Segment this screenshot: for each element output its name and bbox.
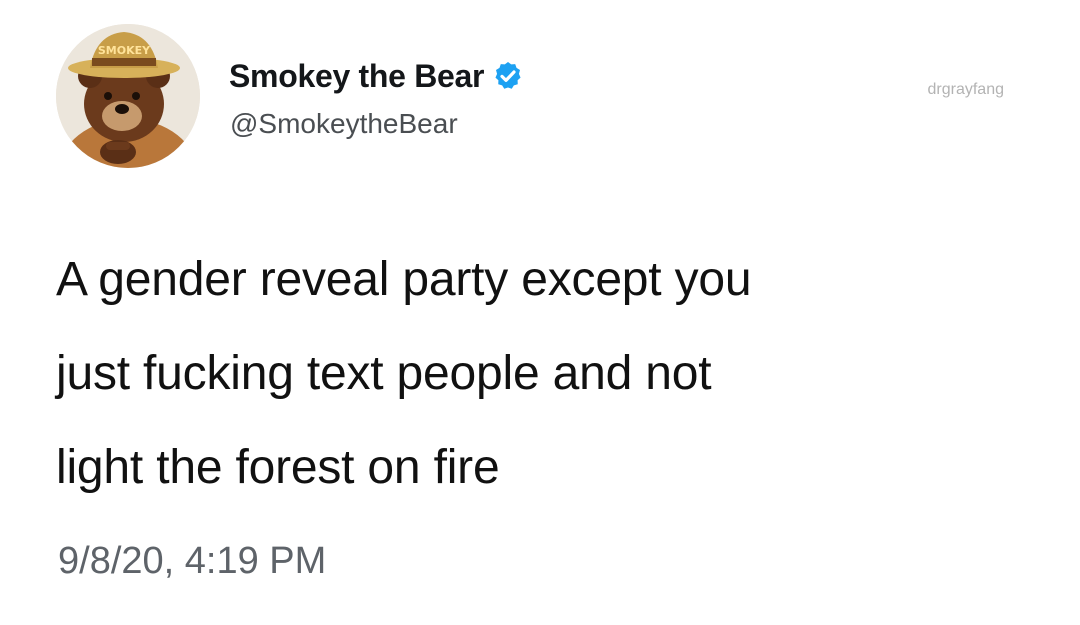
tweet-card: SMOKEY Smokey the Bear @SmokeytheBear dr… (0, 0, 1080, 625)
verified-badge-icon (492, 60, 524, 92)
tweet-timestamp[interactable]: 9/8/20, 4:19 PM (58, 540, 326, 583)
author-display-name[interactable]: Smokey the Bear (229, 58, 484, 95)
watermark: drgrayfang (927, 81, 1005, 98)
tweet-text-line: light the forest on fire (56, 441, 500, 494)
author-name-row: Smokey the Bear (229, 56, 524, 96)
smokey-bear-avatar-icon: SMOKEY (56, 24, 200, 168)
author-handle[interactable]: @SmokeytheBear (230, 108, 458, 140)
tweet-text-line: just fucking text people and not (56, 347, 712, 400)
tweet-text-line: A gender reveal party except you (56, 253, 752, 306)
avatar-hat-text: SMOKEY (98, 44, 151, 57)
tweet-body: A gender reveal party except you just fu… (56, 233, 1046, 515)
avatar[interactable]: SMOKEY (56, 24, 200, 168)
